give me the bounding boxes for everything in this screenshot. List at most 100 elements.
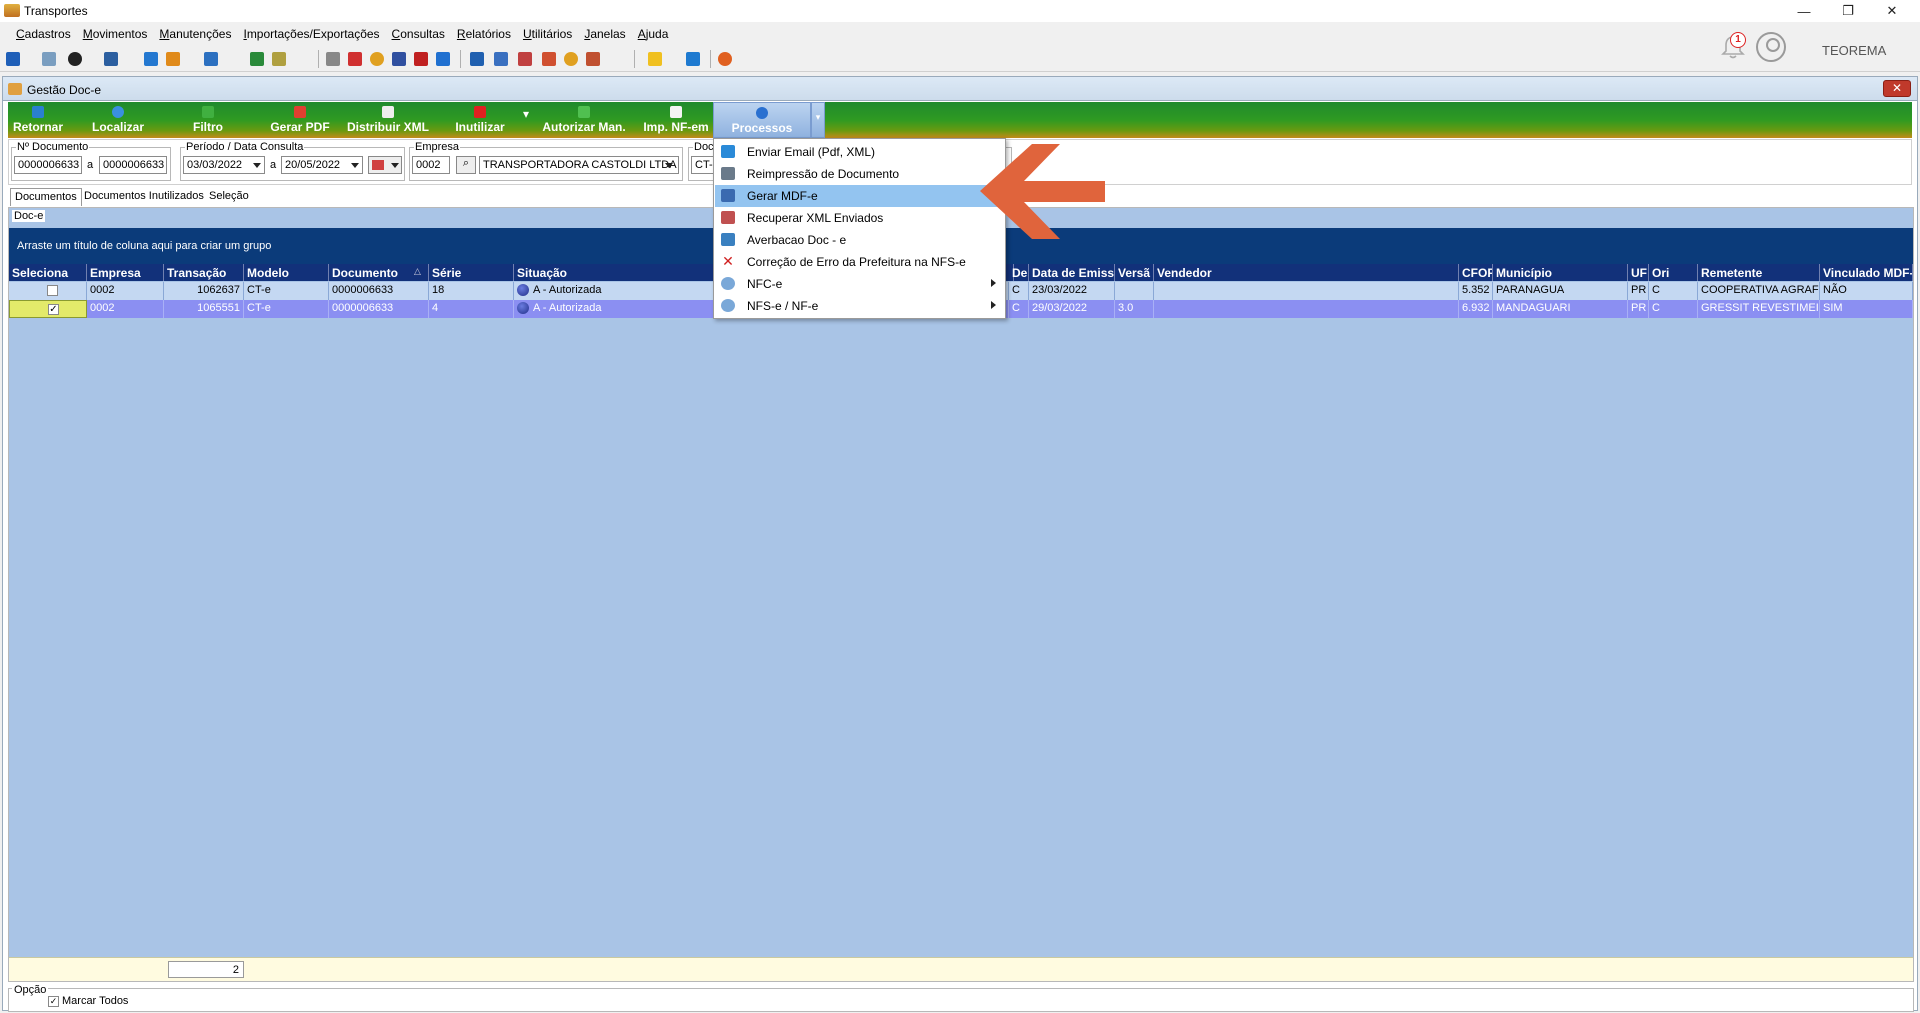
star-icon[interactable] <box>648 52 662 66</box>
info-icon[interactable] <box>686 52 700 66</box>
col-data-emissao[interactable]: Data de Emiss <box>1029 264 1115 281</box>
menu-ajuda[interactable]: Ajuda <box>632 24 675 44</box>
menu-item-reimpressao[interactable]: Reimpressão de Documento <box>715 163 1004 185</box>
gerar-pdf-button[interactable]: Gerar PDF <box>260 102 340 138</box>
document-icon[interactable] <box>326 52 340 66</box>
restore-button[interactable]: ❐ <box>1826 0 1870 22</box>
localizar-button[interactable]: Localizar <box>86 102 150 138</box>
col-versao[interactable]: Versã <box>1115 264 1154 281</box>
row-select-cell[interactable]: ✓ <box>9 300 87 318</box>
col-vendedor[interactable]: Vendedor <box>1154 264 1459 281</box>
doc-from-input[interactable]: 0000006633 <box>14 156 82 174</box>
imp-nfem-button[interactable]: Imp. NF-em <box>634 102 718 138</box>
menu-cadastros[interactable]: Cadastros <box>10 24 77 44</box>
empresa-name-select[interactable]: TRANSPORTADORA CASTOLDI LTDA <box>479 156 679 174</box>
menu-item-nfce[interactable]: NFC-e <box>715 273 1004 295</box>
retornar-button[interactable]: Retornar <box>10 102 66 138</box>
col-seleciona[interactable]: Seleciona <box>9 264 87 281</box>
marcar-todos-label[interactable]: Marcar Todos <box>62 995 128 1007</box>
col-ori[interactable]: Ori <box>1649 264 1698 281</box>
col-empresa[interactable]: Empresa <box>87 264 164 281</box>
col-situacao[interactable]: Situação <box>514 264 714 281</box>
opcao-group <box>8 988 1914 1012</box>
calculator-icon[interactable] <box>494 52 508 66</box>
menu-consultas[interactable]: Consultas <box>386 24 451 44</box>
window-close-button[interactable]: ✕ <box>1883 80 1911 97</box>
submenu-arrow-icon <box>991 279 996 287</box>
vehicle-icon[interactable] <box>392 52 406 66</box>
notification-badge[interactable]: 1 <box>1730 32 1746 48</box>
menu-item-recuperar-xml[interactable]: Recuperar XML Enviados <box>715 207 1004 229</box>
menu-movimentos[interactable]: Movimentos <box>77 24 154 44</box>
col-serie[interactable]: Série <box>429 264 514 281</box>
col-modelo[interactable]: Modelo <box>244 264 329 281</box>
row-checkbox-checked[interactable]: ✓ <box>48 304 59 315</box>
arrow-right-icon[interactable] <box>436 52 450 66</box>
cell-serie: 18 <box>429 282 514 300</box>
row-select-cell[interactable] <box>9 282 87 300</box>
col-cfop[interactable]: CFOF <box>1459 264 1493 281</box>
disc-icon[interactable] <box>68 52 82 66</box>
col-remetente[interactable]: Remetente <box>1698 264 1820 281</box>
col-vinculado-mdfe[interactable]: Vinculado MDF- <box>1820 264 1913 281</box>
submenu-arrow-icon <box>991 301 996 309</box>
calendar-picker-button[interactable] <box>368 156 402 174</box>
empresa-dropdown-icon[interactable] <box>665 163 673 168</box>
menu-utilitarios[interactable]: Utilitários <box>517 24 578 44</box>
lines-icon[interactable] <box>204 52 218 66</box>
inutilizar-dropdown[interactable]: ▾ <box>520 102 532 138</box>
coin-icon[interactable] <box>564 52 578 66</box>
dollar-icon[interactable] <box>144 52 158 66</box>
calendar-icon[interactable] <box>518 52 532 66</box>
marcar-todos-checkbox[interactable]: ✓ <box>48 996 59 1007</box>
check-icon <box>578 106 590 118</box>
fire-icon[interactable] <box>348 52 362 66</box>
pump-icon[interactable] <box>414 52 428 66</box>
chart-icon[interactable] <box>586 52 600 66</box>
date-to-dropdown-icon[interactable] <box>351 163 359 168</box>
cell-municipio: MANDAGUARI <box>1493 300 1628 318</box>
car-icon[interactable] <box>272 52 286 66</box>
menu-item-correcao-nfse[interactable]: ✕ Correção de Erro da Prefeitura na NFS-… <box>715 251 1004 273</box>
user-avatar-icon[interactable] <box>1756 32 1786 62</box>
new-icon[interactable] <box>6 52 20 66</box>
doc-to-input[interactable]: 0000006633 <box>99 156 167 174</box>
filtro-button[interactable]: Filtro <box>180 102 236 138</box>
report-icon[interactable] <box>542 52 556 66</box>
menu-manutencoes[interactable]: Manutenções <box>153 24 237 44</box>
truck-icon[interactable] <box>42 52 56 66</box>
tab-documentos[interactable]: Documentos <box>10 188 82 206</box>
col-de[interactable]: De <box>1009 264 1029 281</box>
distribuir-xml-button[interactable]: Distribuir XML <box>340 102 436 138</box>
grid-icon[interactable] <box>470 52 484 66</box>
power-icon[interactable] <box>718 52 732 66</box>
route-icon[interactable] <box>250 52 264 66</box>
col-uf[interactable]: UF <box>1628 264 1649 281</box>
minimize-button[interactable]: — <box>1782 0 1826 22</box>
menu-janelas[interactable]: Janelas <box>578 24 631 44</box>
status-globe-icon <box>517 284 529 297</box>
processos-dropdown[interactable]: ▾ <box>811 102 825 138</box>
menu-importacoes[interactable]: Importações/Exportações <box>237 24 385 44</box>
tab-selecao[interactable]: Seleção <box>205 188 253 206</box>
row-checkbox[interactable] <box>47 285 58 296</box>
menu-item-nfse-nfe[interactable]: NFS-e / NF-e <box>715 295 1004 317</box>
menu-item-gerar-mdfe[interactable]: Gerar MDF-e <box>715 185 1004 207</box>
col-transacao[interactable]: Transação <box>164 264 244 281</box>
menu-item-averbacao[interactable]: Averbacao Doc - e <box>715 229 1004 251</box>
processos-button[interactable]: Processos <box>713 102 811 138</box>
date-from-dropdown-icon[interactable] <box>253 163 261 168</box>
autorizar-man-button[interactable]: Autorizar Man. <box>532 102 636 138</box>
empresa-code-input[interactable]: 0002 <box>412 156 450 174</box>
cell-empresa: 0002 <box>87 282 164 300</box>
menu-relatorios[interactable]: Relatórios <box>451 24 517 44</box>
menu-item-enviar-email[interactable]: Enviar Email (Pdf, XML) <box>715 141 1004 163</box>
empresa-search-button[interactable]: ⌕ <box>456 156 476 174</box>
list-icon[interactable] <box>166 52 180 66</box>
close-button[interactable]: ✕ <box>1870 0 1914 22</box>
col-municipio[interactable]: Município <box>1493 264 1628 281</box>
clock-icon[interactable] <box>370 52 384 66</box>
bus-icon[interactable] <box>104 52 118 66</box>
tab-documentos-inutilizados[interactable]: Documentos Inutilizados <box>80 188 208 206</box>
inutilizar-button[interactable]: Inutilizar <box>444 102 516 138</box>
